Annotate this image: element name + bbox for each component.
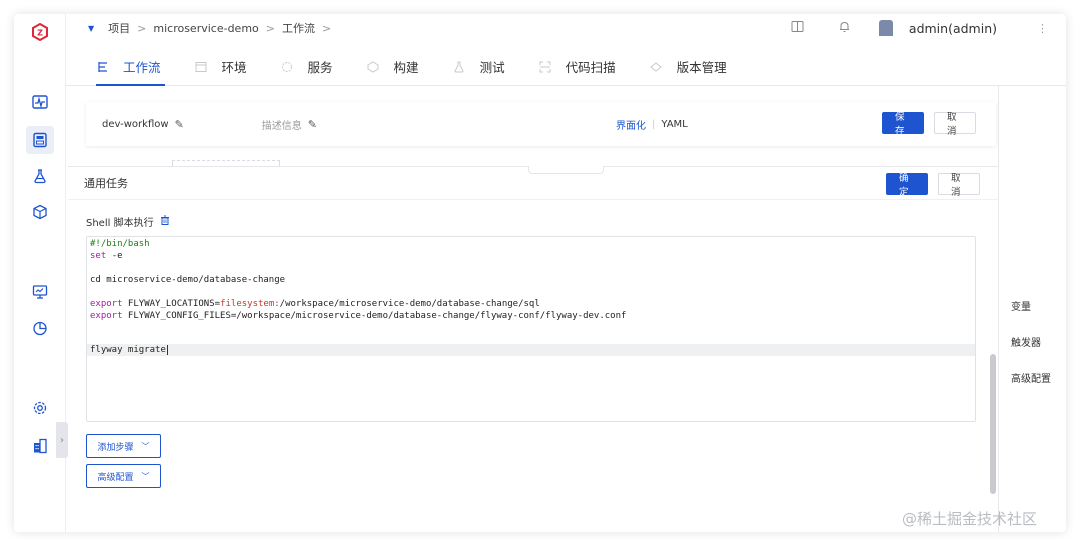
workflow-icon [96,60,109,73]
drawer-handle[interactable] [528,166,604,174]
main-tabs: 工作流 环境 服务 构建 测试 代码扫描 版本管理 [66,48,1066,86]
side-panel: 变量 触发器 高级配置 [998,86,1066,532]
tab-workflow[interactable]: 工作流 [96,48,165,86]
chevron-down-icon: ﹀ [141,471,150,481]
text-caret [166,344,168,355]
environment-icon [195,60,208,73]
pie-chart-icon[interactable] [26,314,54,342]
version-icon [650,60,663,73]
user-name: admin(admin) [908,20,997,36]
add-step-button[interactable]: 添加步骤 ﹀ [86,434,161,458]
tab-label: 代码扫描 [565,60,616,75]
trash-icon[interactable] [160,215,170,228]
confirm-button[interactable]: 确定 [886,173,928,198]
page: Z › ▼ 项目 > microservice-demo > 工作流 > adm… [0,0,1080,546]
mode-divider: | [652,118,656,130]
advanced-config-button[interactable]: 高级配置 ﹀ [86,464,161,488]
script-line: export FLYWAY_LOCATIONS=filesystem:/work… [90,299,540,309]
tab-label: 测试 [479,60,505,75]
watermark: @稀土掘金技术社区 [902,510,1038,528]
top-bar: ▼ 项目 > microservice-demo > 工作流 > admin(a… [66,14,1066,42]
step-header: Shell 脚本执行 [86,214,170,229]
script-line-text: flyway migrate [90,345,166,355]
breadcrumb-item[interactable]: 工作流 [282,20,315,36]
breadcrumb-item[interactable]: microservice-demo [153,22,258,35]
description-placeholder: 描述信息 [261,120,302,132]
breadcrumb: ▼ 项目 > microservice-demo > 工作流 > [66,20,338,36]
advanced-label: 高级配置 [97,472,134,483]
monitor-icon[interactable] [26,278,54,306]
tab-environment[interactable]: 环境 [195,48,247,85]
add-step-label: 添加步骤 [97,442,134,453]
script-line: #!/bin/bash [90,239,150,249]
cancel-button[interactable]: 取消 [934,112,976,137]
breadcrumb-separator: > [137,21,147,35]
service-icon [281,60,294,73]
scan-icon [539,60,552,73]
task-title: 通用任务 [84,177,128,190]
book-icon[interactable] [791,20,804,36]
caret-down-icon[interactable]: ▼ [88,24,94,33]
user-menu[interactable]: admin(admin) [878,20,997,36]
avatar [878,20,893,36]
workflow-description[interactable]: 描述信息 ✎ [262,117,317,132]
script-editor[interactable]: #!/bin/bash set -e cd microservice-demo/… [86,236,976,422]
tab-build[interactable]: 构建 [367,48,419,85]
tab-version[interactable]: 版本管理 [650,48,727,85]
tab-label: 环境 [221,60,247,75]
mode-yaml[interactable]: YAML [661,119,687,130]
tab-label: 构建 [393,60,419,75]
chevron-down-icon: ﹀ [141,441,150,451]
side-item-variables[interactable]: 变量 [1011,298,1031,313]
tab-label: 服务 [307,60,333,75]
building-icon[interactable] [26,432,54,460]
build-icon [367,60,380,73]
tab-scan[interactable]: 代码扫描 [539,48,616,85]
app-window: Z › ▼ 项目 > microservice-demo > 工作流 > adm… [14,14,1066,532]
test-icon [453,60,466,73]
tab-label: 工作流 [123,60,161,75]
svg-text:Z: Z [37,29,43,38]
tab-service[interactable]: 服务 [281,48,333,85]
breadcrumb-separator: > [322,21,332,35]
edit-icon[interactable]: ✎ [175,118,184,131]
bell-icon[interactable] [838,20,851,36]
collapse-handle[interactable]: › [56,422,68,458]
cancel-button[interactable]: 取消 [938,173,980,198]
side-item-triggers[interactable]: 触发器 [1011,334,1041,349]
more-icon[interactable]: ⋮ [1037,22,1048,35]
script-line-active: flyway migrate [87,344,975,356]
scrollbar[interactable] [990,354,996,494]
script-line-args: -e [111,251,123,261]
settings-icon[interactable] [26,394,54,422]
tab-test[interactable]: 测试 [453,48,505,85]
edit-icon[interactable]: ✎ [308,118,317,131]
header-actions: admin(admin) ⋮ [761,14,1066,42]
workflow-name-text: dev-workflow [102,118,169,130]
pipeline-icon[interactable] [26,126,54,154]
logo-icon[interactable]: Z [26,18,54,46]
workflow-header: dev-workflow ✎ 描述信息 ✎ 界面化 | YAML 保存 取消 [86,102,996,146]
workflow-name[interactable]: dev-workflow ✎ [102,118,184,131]
flask-icon[interactable] [26,162,54,190]
side-item-advanced[interactable]: 高级配置 [1011,370,1051,385]
pulse-icon[interactable] [26,88,54,116]
view-mode-switch: 界面化 | YAML [616,117,688,132]
script-line: export FLYWAY_CONFIG_FILES=/workspace/mi… [90,311,627,321]
breadcrumb-item[interactable]: 项目 [108,20,130,36]
breadcrumb-separator: > [265,21,275,35]
save-button[interactable]: 保存 [882,112,924,137]
step-title: Shell 脚本执行 [86,218,154,229]
script-line: cd microservice-demo/database-change [90,275,286,285]
script-line: set -e [90,251,123,261]
left-nav-rail: Z › [14,14,68,532]
mode-gui[interactable]: 界面化 [616,117,646,132]
tab-label: 版本管理 [676,60,727,75]
package-icon[interactable] [26,198,54,226]
